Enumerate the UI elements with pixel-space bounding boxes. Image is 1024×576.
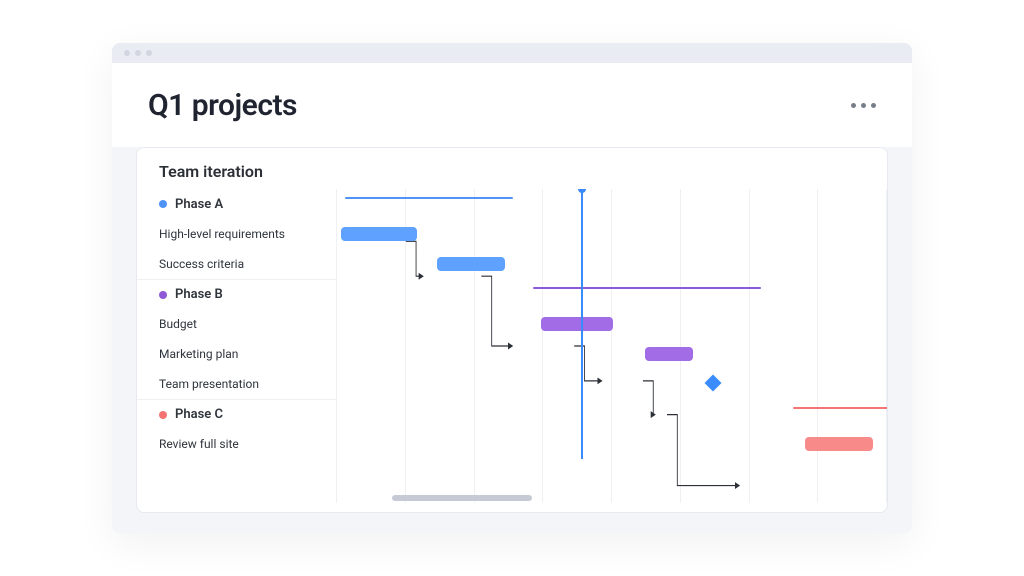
phase-row[interactable]: Phase C <box>137 399 336 429</box>
app-window: Q1 projects Team iteration Phase A High-l… <box>112 43 912 533</box>
phase-span-line <box>793 407 887 409</box>
dot-icon <box>871 103 876 108</box>
task-row[interactable]: Team presentation <box>137 369 336 399</box>
task-bar[interactable] <box>805 437 873 451</box>
card-title: Team iteration <box>137 162 887 189</box>
page-header: Q1 projects <box>112 63 912 147</box>
phase-span-line <box>533 287 761 289</box>
task-bar[interactable] <box>645 347 693 361</box>
phase-span-line <box>345 197 513 199</box>
today-indicator <box>581 189 583 459</box>
traffic-light-icon <box>124 50 130 56</box>
dot-icon <box>861 103 866 108</box>
phase-row[interactable]: Phase B <box>137 279 336 309</box>
horizontal-scrollbar[interactable] <box>392 495 532 501</box>
phase-row[interactable]: Phase A <box>137 189 336 219</box>
task-list: Phase A High-level requirementsSuccess cr… <box>137 189 337 503</box>
milestone-diamond-icon[interactable] <box>705 375 722 392</box>
phase-color-dot-icon <box>159 291 167 299</box>
task-row[interactable]: Review full site <box>137 429 336 459</box>
dot-icon <box>851 103 856 108</box>
task-row[interactable]: Success criteria <box>137 249 336 279</box>
task-row[interactable]: Marketing plan <box>137 339 336 369</box>
page-title: Q1 projects <box>148 88 297 123</box>
gantt-bars <box>337 189 887 503</box>
window-chrome <box>112 43 912 63</box>
task-bar[interactable] <box>437 257 505 271</box>
task-row[interactable]: Budget <box>137 309 336 339</box>
today-dot-icon <box>578 189 586 193</box>
task-bar[interactable] <box>541 317 613 331</box>
phase-label: Phase B <box>175 287 223 302</box>
gantt-timeline[interactable] <box>337 189 887 503</box>
phase-label: Phase A <box>175 197 223 212</box>
phase-color-dot-icon <box>159 200 167 208</box>
traffic-light-icon <box>146 50 152 56</box>
more-menu-button[interactable] <box>851 103 876 108</box>
phase-label: Phase C <box>175 407 223 422</box>
content-area: Team iteration Phase A High-level require… <box>112 147 912 533</box>
gantt-chart: Phase A High-level requirementsSuccess cr… <box>137 189 887 503</box>
phase-color-dot-icon <box>159 411 167 419</box>
task-row[interactable]: High-level requirements <box>137 219 336 249</box>
gantt-card: Team iteration Phase A High-level require… <box>136 147 888 513</box>
traffic-light-icon <box>135 50 141 56</box>
task-bar[interactable] <box>341 227 417 241</box>
